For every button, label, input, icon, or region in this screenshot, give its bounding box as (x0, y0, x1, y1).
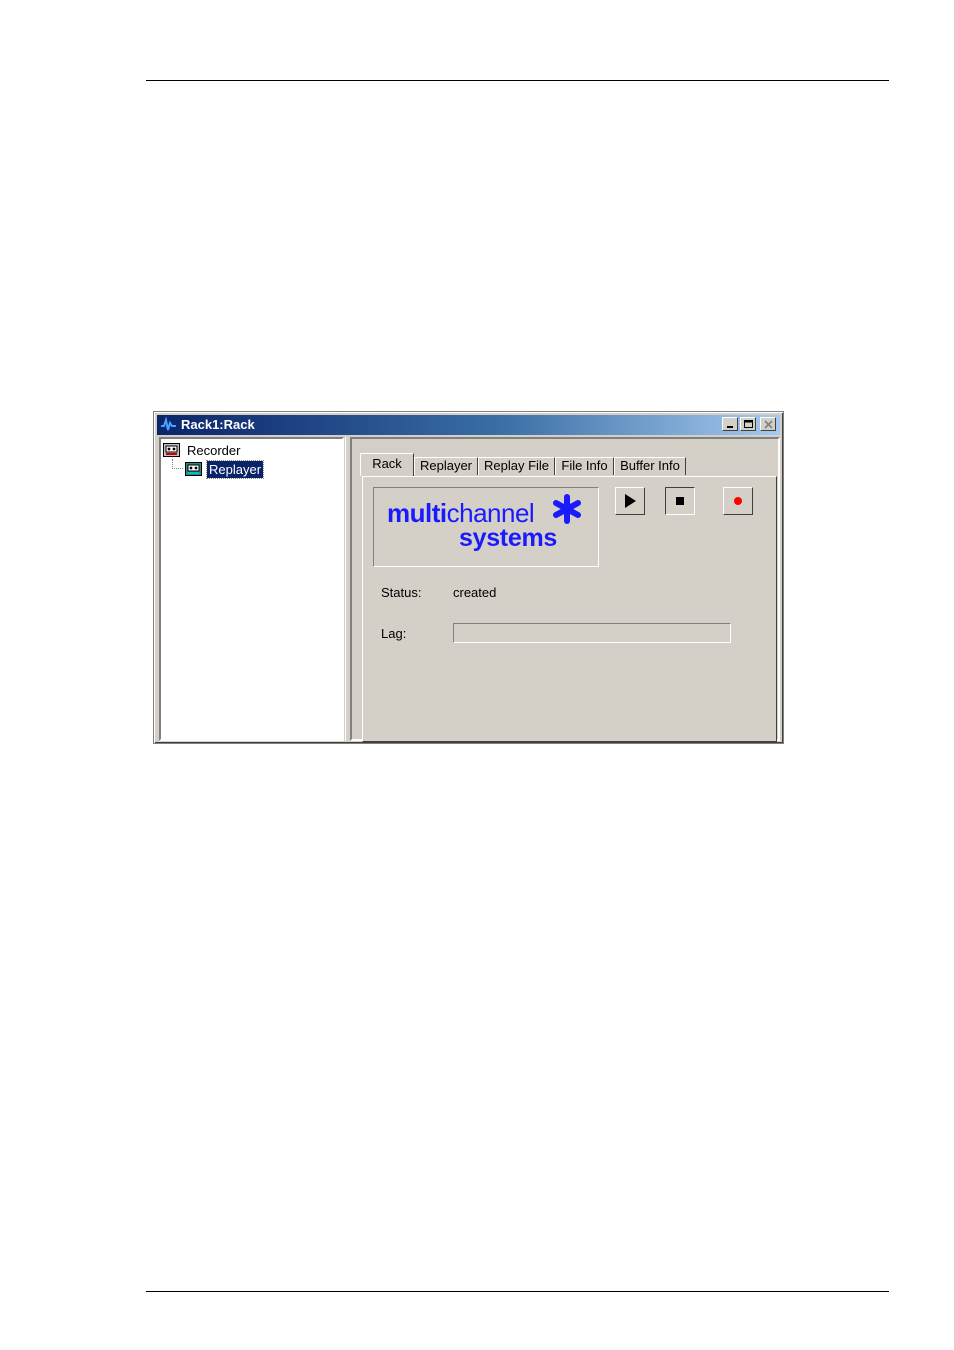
close-button[interactable] (760, 417, 776, 431)
window-title: Rack1:Rack (181, 417, 255, 432)
stop-icon (676, 497, 684, 505)
rack-tab-panel: multichannel systems Status: created Lag… (362, 476, 777, 742)
asterisk-logo-icon (553, 494, 581, 524)
play-button[interactable] (615, 487, 645, 515)
maximize-icon (744, 420, 753, 428)
stop-button[interactable] (665, 487, 695, 515)
maximize-button[interactable] (740, 417, 756, 431)
logo-text-line2: systems (459, 524, 557, 552)
page-header-rule (146, 80, 889, 81)
minimize-icon (727, 426, 733, 428)
play-icon (625, 494, 636, 508)
tab-file-info[interactable]: File Info (555, 457, 614, 475)
record-button[interactable] (723, 487, 753, 515)
lag-label: Lag: (381, 626, 407, 641)
device-tree[interactable]: Recorder Replayer (159, 437, 344, 741)
tab-replayer[interactable]: Replayer (414, 457, 478, 475)
tree-connector (172, 459, 183, 469)
record-icon (734, 497, 742, 505)
company-logo: multichannel systems (373, 487, 599, 567)
tab-replay-file[interactable]: Replay File (478, 457, 555, 475)
rack-window: Rack1:Rack Recorder Replayer Rack Replay… (153, 411, 784, 744)
tab-buffer-info[interactable]: Buffer Info (614, 457, 686, 475)
rack-app-icon (161, 417, 176, 431)
status-value: created (453, 585, 497, 600)
close-icon (764, 420, 773, 429)
tree-item-label: Recorder (187, 443, 241, 458)
page-footer-rule (146, 1291, 889, 1292)
window-titlebar[interactable]: Rack1:Rack (157, 415, 780, 435)
tab-rack[interactable]: Rack (360, 453, 414, 476)
status-label: Status: (381, 585, 422, 600)
replayer-icon (185, 462, 202, 476)
minimize-button[interactable] (722, 417, 738, 431)
lag-progress-bar (453, 623, 731, 643)
recorder-icon (163, 443, 180, 457)
property-pane: Rack Replayer Replay File File Info Buff… (350, 437, 780, 742)
tree-item-label: Replayer (205, 460, 265, 479)
